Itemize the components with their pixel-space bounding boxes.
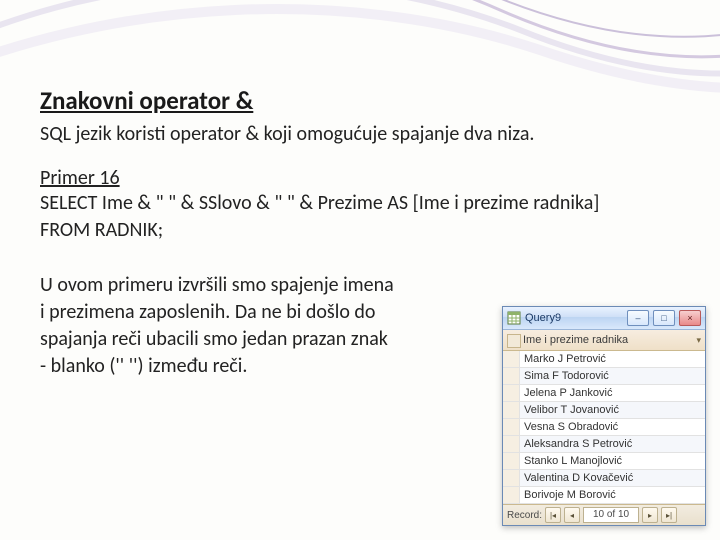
row-selector[interactable]: [503, 487, 520, 503]
cell: Sima F Todorović: [520, 368, 705, 384]
datasheet-icon: [507, 311, 521, 325]
explanation-block: U ovom primeru izvršili smo spajenje ime…: [40, 272, 480, 380]
slide-title: Znakovni operator &: [40, 85, 680, 116]
nav-next-button[interactable]: ▸: [642, 507, 658, 523]
nav-prev-button[interactable]: ◂: [564, 507, 580, 523]
column-header-label: Ime i prezime radnika: [523, 334, 628, 346]
nav-last-button[interactable]: ▸|: [661, 507, 677, 523]
result-rows: Marko J Petrović Sima F Todorović Jelena…: [503, 351, 705, 504]
explanation-line: i prezimena zaposlenih. Da ne bi došlo d…: [40, 299, 480, 326]
cell: Valentina D Kovačević: [520, 470, 705, 486]
table-row[interactable]: Valentina D Kovačević: [503, 470, 705, 487]
table-row[interactable]: Jelena P Janković: [503, 385, 705, 402]
cell: Marko J Petrović: [520, 351, 705, 367]
sql-code-line-2: FROM RADNIK;: [40, 217, 680, 244]
sql-code-line-1: SELECT Ime & " " & SSlovo & " " & Prezim…: [40, 190, 680, 217]
cell: Aleksandra S Petrović: [520, 436, 705, 452]
example-heading: Primer 16: [40, 166, 680, 190]
explanation-line: - blanko ('' '') između reči.: [40, 353, 480, 380]
close-button[interactable]: ×: [679, 310, 701, 326]
cell: Vesna S Obradović: [520, 419, 705, 435]
cell: Velibor T Jovanović: [520, 402, 705, 418]
cell: Borivoje M Borović: [520, 487, 705, 503]
table-row[interactable]: Vesna S Obradović: [503, 419, 705, 436]
nav-first-button[interactable]: |◂: [545, 507, 561, 523]
explanation-line: spajanja reči ubacili smo jedan prazan z…: [40, 326, 480, 353]
table-row[interactable]: Borivoje M Borović: [503, 487, 705, 504]
row-selector[interactable]: [503, 402, 520, 418]
cell: Stanko L Manojlović: [520, 453, 705, 469]
maximize-button[interactable]: □: [653, 310, 675, 326]
query-result-window: Query9 – □ × Ime i prezime radnika ▾ Mar…: [502, 306, 706, 526]
window-titlebar[interactable]: Query9 – □ ×: [503, 307, 705, 330]
table-row[interactable]: Aleksandra S Petrović: [503, 436, 705, 453]
row-selector[interactable]: [503, 419, 520, 435]
column-menu-icon[interactable]: ▾: [696, 335, 701, 346]
table-row[interactable]: Sima F Todorović: [503, 368, 705, 385]
row-selector[interactable]: [503, 351, 520, 367]
window-title: Query9: [525, 312, 623, 324]
row-selector[interactable]: [503, 436, 520, 452]
row-selector[interactable]: [503, 453, 520, 469]
record-label: Record:: [507, 510, 542, 521]
column-header[interactable]: Ime i prezime radnika ▾: [503, 330, 705, 351]
minimize-button[interactable]: –: [627, 310, 649, 326]
record-position: 10 of 10: [583, 507, 639, 523]
row-selector[interactable]: [503, 470, 520, 486]
slide-subtitle: SQL jezik koristi operator & koji omoguć…: [40, 122, 680, 146]
row-selector[interactable]: [503, 368, 520, 384]
row-selector[interactable]: [503, 385, 520, 401]
select-all-box[interactable]: [507, 334, 521, 348]
table-row[interactable]: Marko J Petrović: [503, 351, 705, 368]
explanation-line: U ovom primeru izvršili smo spajenje ime…: [40, 272, 480, 299]
table-row[interactable]: Stanko L Manojlović: [503, 453, 705, 470]
record-navigator: Record: |◂ ◂ 10 of 10 ▸ ▸|: [503, 504, 705, 525]
table-row[interactable]: Velibor T Jovanović: [503, 402, 705, 419]
cell: Jelena P Janković: [520, 385, 705, 401]
